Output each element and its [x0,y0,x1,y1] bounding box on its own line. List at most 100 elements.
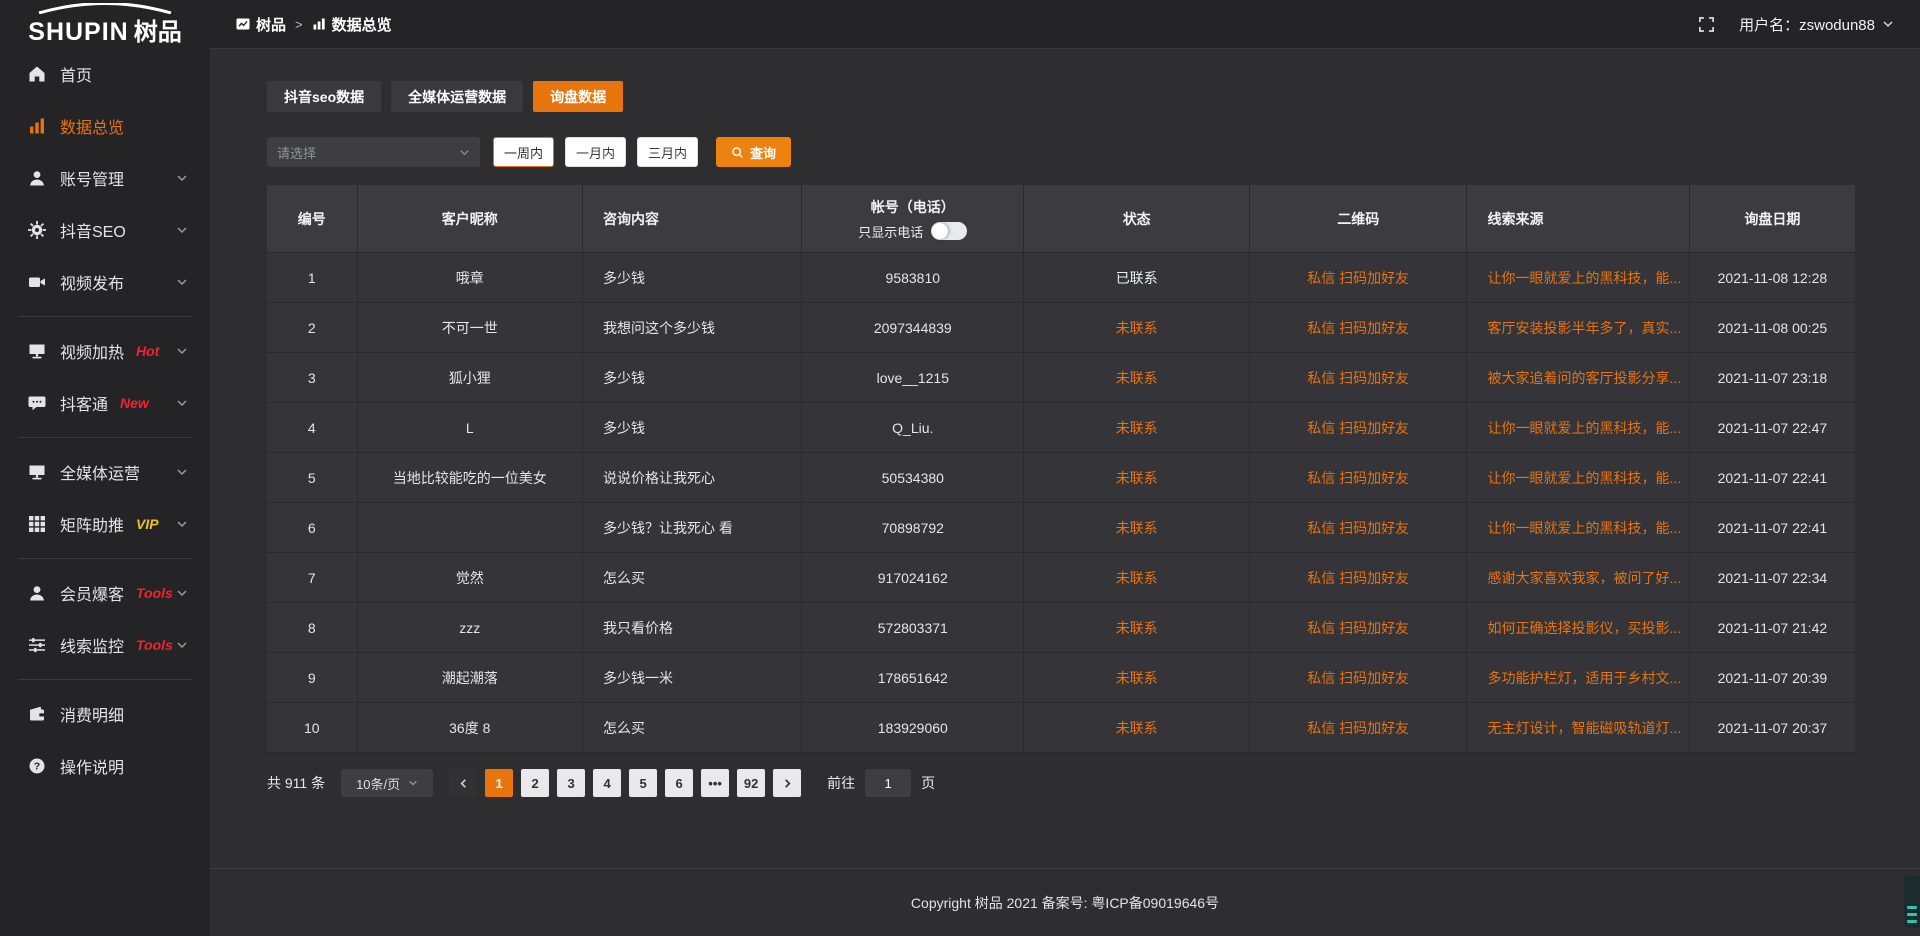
sidebar-divider [18,316,192,317]
page-button-5[interactable]: 5 [629,769,657,797]
table-row: 2不可一世我想问这个多少钱2097344839未联系私信 扫码加好友客厅安装投影… [267,303,1855,353]
range-button-3[interactable]: 三月内 [637,137,698,167]
chevron-down-icon [408,778,418,788]
cell-source-link[interactable]: 如何正确选择投影仪，买投影... [1467,603,1689,652]
range-button-2[interactable]: 一月内 [565,137,626,167]
filter-bar: 请选择 一周内一月内三月内 查询 [267,137,1855,167]
cell-content: 说说价格让我死心 [583,453,802,502]
cell-nickname: L [358,403,583,452]
phone-toggle-label: 只显示电话 [858,222,923,241]
header-cell-1: 客户昵称 [358,185,583,252]
sidebar-item-media-operation[interactable]: 全媒体运营 [0,446,210,498]
username-label: 用户名：zswodun88 [1739,14,1875,35]
sidebar-item-badge: Tools [136,637,173,653]
goto-page-input[interactable] [865,769,911,797]
cell-qrcode-link[interactable]: 私信 扫码加好友 [1250,353,1468,402]
table-row: 4L多少钱Q_Liu.未联系私信 扫码加好友让你一眼就爱上的黑科技，能...20… [267,403,1855,453]
floating-widget[interactable] [1904,876,1920,928]
page-button-2[interactable]: 2 [521,769,549,797]
cell-qrcode-link[interactable]: 私信 扫码加好友 [1250,403,1468,452]
page-button-1[interactable]: 1 [485,769,513,797]
sidebar-item-douyin-seo[interactable]: 抖音SEO [0,204,210,256]
cell-source-link[interactable]: 客厅安装投影半年多了，真实... [1467,303,1689,352]
cell-source-link[interactable]: 让你一眼就爱上的黑科技，能... [1467,403,1689,452]
cell-qrcode-link[interactable]: 私信 扫码加好友 [1250,653,1468,702]
chevron-down-icon [176,345,188,357]
page-button-92[interactable]: 92 [737,769,765,797]
sidebar-item-clue-monitor[interactable]: 线索监控Tools [0,619,210,671]
cell-date: 2021-11-07 22:47 [1690,403,1855,452]
table-row: 5当地比较能吃的一位美女说说价格让我死心50534380未联系私信 扫码加好友让… [267,453,1855,503]
cell-account: 178651642 [802,653,1024,702]
breadcrumb-app[interactable]: 树品 [236,14,286,35]
chevron-down-icon [176,518,188,530]
sidebar-item-video-heat[interactable]: 视频加热Hot [0,325,210,377]
sidebar-item-douketong[interactable]: 抖客通New [0,377,210,429]
cell-qrcode-link[interactable]: 私信 扫码加好友 [1250,603,1468,652]
sidebar-item-matrix-boost[interactable]: 矩阵助推VIP [0,498,210,550]
cell-source-link[interactable]: 让你一眼就爱上的黑科技，能... [1467,503,1689,552]
tab-media-operation-data[interactable]: 全媒体运营数据 [391,81,523,112]
cell-account: 2097344839 [802,303,1024,352]
cell-nickname [358,503,583,552]
page-button-3[interactable]: 3 [557,769,585,797]
sidebar-item-consume-detail[interactable]: 消费明细 [0,688,210,740]
cell-account: 70898792 [802,503,1024,552]
sidebar-item-operation-guide[interactable]: ?操作说明 [0,740,210,792]
cell-source-link[interactable]: 让你一眼就爱上的黑科技，能... [1467,253,1689,302]
cell-status: 已联系 [1024,253,1249,302]
cell-qrcode-link[interactable]: 私信 扫码加好友 [1250,503,1468,552]
sidebar-divider [18,437,192,438]
tab-douyin-seo-data[interactable]: 抖音seo数据 [267,81,381,112]
grid-icon [28,515,46,533]
sidebar-item-home[interactable]: 首页 [0,48,210,100]
user-menu[interactable]: 用户名：zswodun88 [1739,14,1894,35]
sidebar-item-label: 抖客通 [60,391,108,415]
table-row: 3狐小狸多少钱love__1215未联系私信 扫码加好友被大家追着问的客厅投影分… [267,353,1855,403]
cell-source-link[interactable]: 被大家追着问的客厅投影分享... [1467,353,1689,402]
sidebar-item-video-publish[interactable]: 视频发布 [0,256,210,308]
page-size-select[interactable]: 10条/页 [341,769,433,797]
prev-page-button[interactable] [449,769,477,797]
monitor-icon [28,342,46,360]
header-cell-3: 帐号（电话）只显示电话 [802,185,1024,252]
cell-qrcode-link[interactable]: 私信 扫码加好友 [1250,553,1468,602]
cell-status: 未联系 [1024,353,1249,402]
cell-qrcode-link[interactable]: 私信 扫码加好友 [1250,303,1468,352]
phone-only-toggle[interactable] [931,222,967,240]
cell-source-link[interactable]: 让你一眼就爱上的黑科技，能... [1467,453,1689,502]
page-button-6[interactable]: 6 [665,769,693,797]
cell-qrcode-link[interactable]: 私信 扫码加好友 [1250,703,1468,752]
cell-date: 2021-11-07 23:18 [1690,353,1855,402]
cell-qrcode-link[interactable]: 私信 扫码加好友 [1250,253,1468,302]
bar-chart-icon [312,17,326,31]
breadcrumb-page[interactable]: 数据总览 [312,14,392,35]
cell-source-link[interactable]: 感谢大家喜欢我家，被问了好... [1467,553,1689,602]
cell-content: 多少钱 [583,403,802,452]
cell-date: 2021-11-07 20:37 [1690,703,1855,752]
tab-inquiry-data[interactable]: 询盘数据 [533,81,623,112]
table-row: 9潮起潮落多少钱一米178651642未联系私信 扫码加好友多功能护栏灯，适用于… [267,653,1855,703]
range-button-1[interactable]: 一周内 [493,137,554,167]
cell-source-link[interactable]: 无主灯设计，智能磁吸轨道灯... [1467,703,1689,752]
topbar: 树品 > 数据总览 用户名：zswodun88 [210,0,1920,48]
brand-logo: SHUPIN 树品 [0,0,210,48]
fullscreen-icon[interactable] [1698,16,1715,33]
goto-label: 前往 [827,773,855,793]
account-select[interactable]: 请选择 [267,137,480,167]
page-button-4[interactable]: 4 [593,769,621,797]
sidebar-item-member-burst[interactable]: 会员爆客Tools [0,567,210,619]
sidebar-item-account-manage[interactable]: 账号管理 [0,152,210,204]
cell-date: 2021-11-08 12:28 [1690,253,1855,302]
cell-content: 我只看价格 [583,603,802,652]
toggle-knob [932,223,948,239]
next-page-button[interactable] [773,769,801,797]
search-icon [731,146,744,159]
sidebar-item-data-overview[interactable]: 数据总览 [0,100,210,152]
header-cell-6: 线索来源 [1467,185,1689,252]
cell-id: 1 [267,253,358,302]
query-button[interactable]: 查询 [716,137,791,167]
cell-qrcode-link[interactable]: 私信 扫码加好友 [1250,453,1468,502]
page-ellipsis-button[interactable]: ••• [701,769,729,797]
cell-source-link[interactable]: 多功能护栏灯，适用于乡村文... [1467,653,1689,702]
